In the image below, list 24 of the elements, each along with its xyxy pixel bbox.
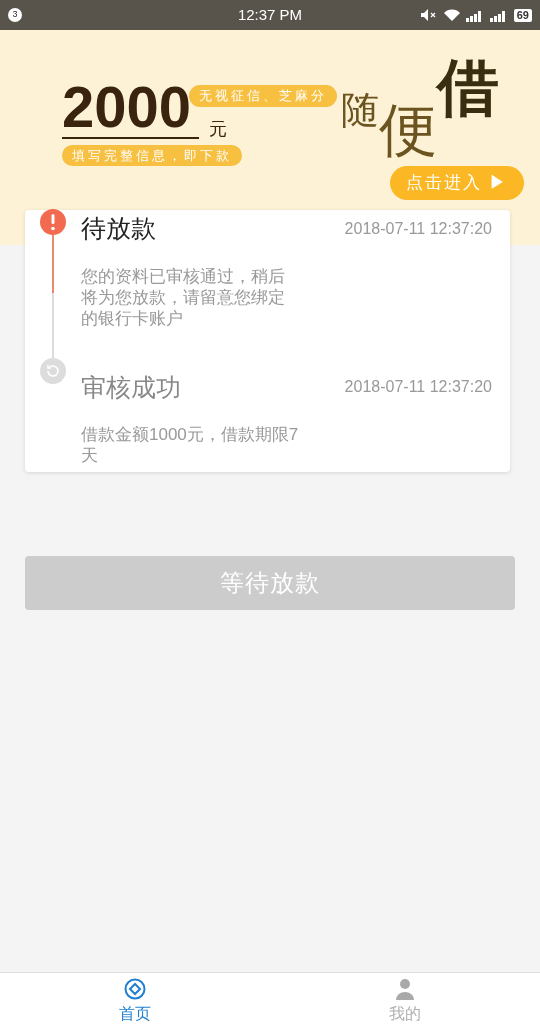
home-icon [124, 977, 146, 1000]
step-time: 2018-07-11 12:37:20 [344, 218, 492, 239]
notification-count: 3 [8, 8, 22, 22]
enter-button[interactable]: 点击进入 ▶ [390, 166, 524, 200]
step-title: 待放款 [81, 213, 156, 244]
step-title: 审核成功 [81, 371, 181, 403]
battery-level: 69 [513, 8, 532, 22]
slogan-character: 随 [341, 90, 380, 130]
user-icon [394, 977, 416, 1000]
slogan-character: 借 [437, 56, 500, 120]
wifi-icon [443, 8, 460, 22]
signal-icon [489, 8, 508, 22]
clock-time: 12:37 PM [237, 4, 303, 25]
mute-icon [419, 8, 438, 22]
promo-tag: 填写完整信息，即下款 [62, 144, 242, 166]
step-description: 您的资料已审核通过，稍后将为您放款，请留意您绑定的银行卡账户 [81, 265, 286, 329]
slogan-character: 便 [379, 100, 438, 160]
currency-unit: 元 [209, 118, 228, 139]
tab-item[interactable]: 我的 [270, 973, 540, 1030]
signal-icon [465, 8, 484, 22]
tab-item[interactable]: 首页 [0, 973, 270, 1030]
promo-tag: 无视征信、芝麻分 [189, 85, 338, 107]
step-time: 2018-07-11 12:37:20 [344, 377, 492, 398]
step-description: 借款金额1000元，借款期限7天 [81, 424, 300, 466]
